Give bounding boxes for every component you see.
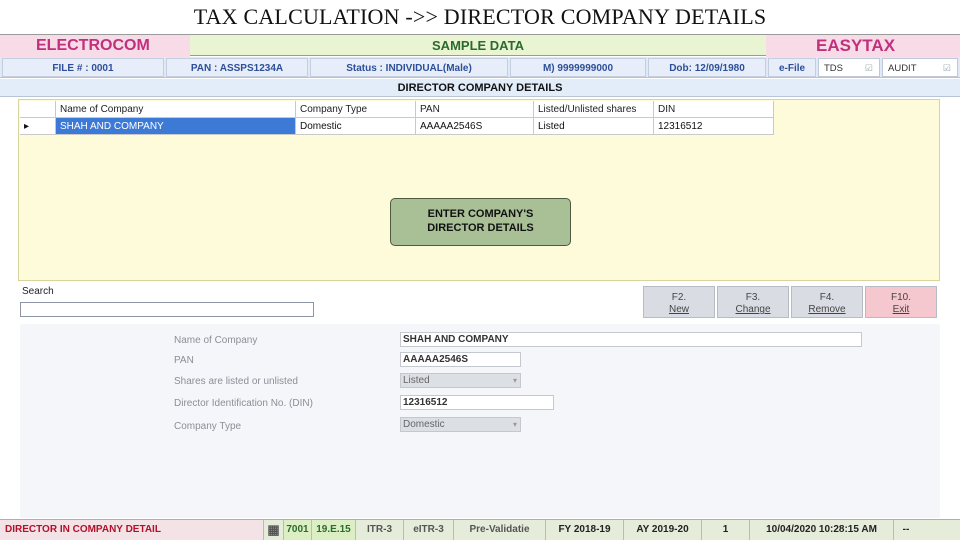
- company-type-select[interactable]: Domestic ▾: [400, 417, 521, 432]
- tds-checkbox[interactable]: TDS ☑: [818, 58, 880, 77]
- status-count: 1: [702, 520, 750, 540]
- callout-line-2: DIRECTOR DETAILS: [427, 222, 534, 234]
- cell-company-type[interactable]: Domestic: [296, 118, 416, 135]
- status-eitr[interactable]: eITR-3: [404, 520, 454, 540]
- status-itr[interactable]: ITR-3: [356, 520, 404, 540]
- company-name-field[interactable]: SHAH AND COMPANY: [400, 332, 862, 347]
- listed-label: Shares are listed or unlisted: [174, 376, 298, 387]
- company-name-label: Name of Company: [174, 335, 258, 346]
- pan-field[interactable]: AAAAA2546S: [400, 352, 521, 367]
- din-label: Director Identification No. (DIN): [174, 398, 313, 409]
- sample-data-label: SAMPLE DATA: [432, 38, 524, 53]
- remove-button[interactable]: F4. Remove: [791, 286, 863, 318]
- efile-button[interactable]: e-File: [768, 58, 816, 77]
- grid-header-row: Name of Company Company Type PAN Listed/…: [20, 101, 776, 118]
- slide-title: TAX CALCULATION ->> DIRECTOR COMPANY DET…: [193, 4, 767, 29]
- easytax-logo: EASYTAX: [766, 35, 960, 57]
- new-label: New: [668, 304, 689, 315]
- exit-key: F10.: [890, 292, 911, 303]
- status-code: 7001: [284, 520, 312, 540]
- status-datetime: 10/04/2020 10:28:15 AM: [750, 520, 894, 540]
- pan-label: PAN: [174, 355, 194, 366]
- change-key: F3.: [745, 292, 761, 303]
- section-title: DIRECTOR COMPANY DETAILS: [0, 79, 960, 97]
- search-label: Search: [22, 286, 54, 297]
- status-fy: FY 2018-19: [546, 520, 624, 540]
- audit-checkbox[interactable]: AUDIT ☑: [882, 58, 958, 77]
- brand-bar: ELECTROCOM SAMPLE DATA EASYTAX: [0, 34, 960, 57]
- cell-company-name[interactable]: SHAH AND COMPANY: [56, 118, 296, 135]
- electrocom-logo: ELECTROCOM: [0, 35, 190, 57]
- file-number: FILE # : 0001: [2, 58, 164, 77]
- change-label: Change: [735, 304, 771, 315]
- cell-pan[interactable]: AAAAA2546S: [416, 118, 534, 135]
- assessee-info-bar: FILE # : 0001 PAN : ASSPS1234A Status : …: [0, 57, 960, 78]
- status-version: 19.E.15: [312, 520, 356, 540]
- calculator-icon[interactable]: ▦: [264, 520, 284, 540]
- audit-label: AUDIT: [888, 63, 917, 74]
- company-type-label: Company Type: [174, 421, 242, 432]
- status-ay: AY 2019-20: [624, 520, 702, 540]
- cell-din[interactable]: 12316512: [654, 118, 774, 135]
- grid-header-listed[interactable]: Listed/Unlisted shares: [534, 101, 654, 118]
- listed-select[interactable]: Listed ▾: [400, 373, 521, 388]
- chevron-down-icon: ▾: [512, 420, 517, 429]
- grid-header-pan[interactable]: PAN: [416, 101, 534, 118]
- checkbox-icon: ☑: [942, 63, 951, 73]
- din-field[interactable]: 12316512: [400, 395, 554, 410]
- mobile-info: M) 9999999000: [510, 58, 646, 77]
- exit-label: Exit: [892, 304, 910, 315]
- instruction-callout: ENTER COMPANY'S DIRECTOR DETAILS: [390, 198, 571, 246]
- pan-info: PAN : ASSPS1234A: [166, 58, 308, 77]
- prevalidate-button[interactable]: Pre-Validatie: [454, 520, 546, 540]
- cell-listed[interactable]: Listed: [534, 118, 654, 135]
- table-row[interactable]: ▸ SHAH AND COMPANY Domestic AAAAA2546S L…: [20, 118, 776, 135]
- tds-label: TDS: [824, 63, 843, 74]
- chevron-down-icon: ▾: [512, 376, 517, 385]
- status-bar: DIRECTOR IN COMPANY DETAIL ▦ 7001 19.E.1…: [0, 519, 960, 540]
- new-key: F2.: [671, 292, 687, 303]
- search-input[interactable]: [20, 302, 314, 317]
- status-screen-name: DIRECTOR IN COMPANY DETAIL: [0, 520, 264, 540]
- remove-label: Remove: [808, 304, 846, 315]
- grid-header-din[interactable]: DIN: [654, 101, 774, 118]
- change-button[interactable]: F3. Change: [717, 286, 789, 318]
- checkbox-icon: ☑: [864, 63, 873, 73]
- company-grid: Name of Company Company Type PAN Listed/…: [20, 101, 776, 135]
- grid-header-name[interactable]: Name of Company: [56, 101, 296, 118]
- remove-key: F4.: [819, 292, 835, 303]
- callout-line-1: ENTER COMPANY'S: [427, 208, 534, 220]
- listed-select-value: Listed: [403, 375, 430, 386]
- new-button[interactable]: F2. New: [643, 286, 715, 318]
- grid-header-type[interactable]: Company Type: [296, 101, 416, 118]
- status-info: Status : INDIVIDUAL(Male): [310, 58, 508, 77]
- company-type-value: Domestic: [403, 419, 445, 430]
- row-selector-icon[interactable]: ▸: [20, 118, 56, 135]
- status-end: --: [902, 524, 910, 535]
- exit-button[interactable]: F10. Exit: [865, 286, 937, 318]
- dob-info: Dob: 12/09/1980: [648, 58, 766, 77]
- grid-header-marker: [20, 101, 56, 118]
